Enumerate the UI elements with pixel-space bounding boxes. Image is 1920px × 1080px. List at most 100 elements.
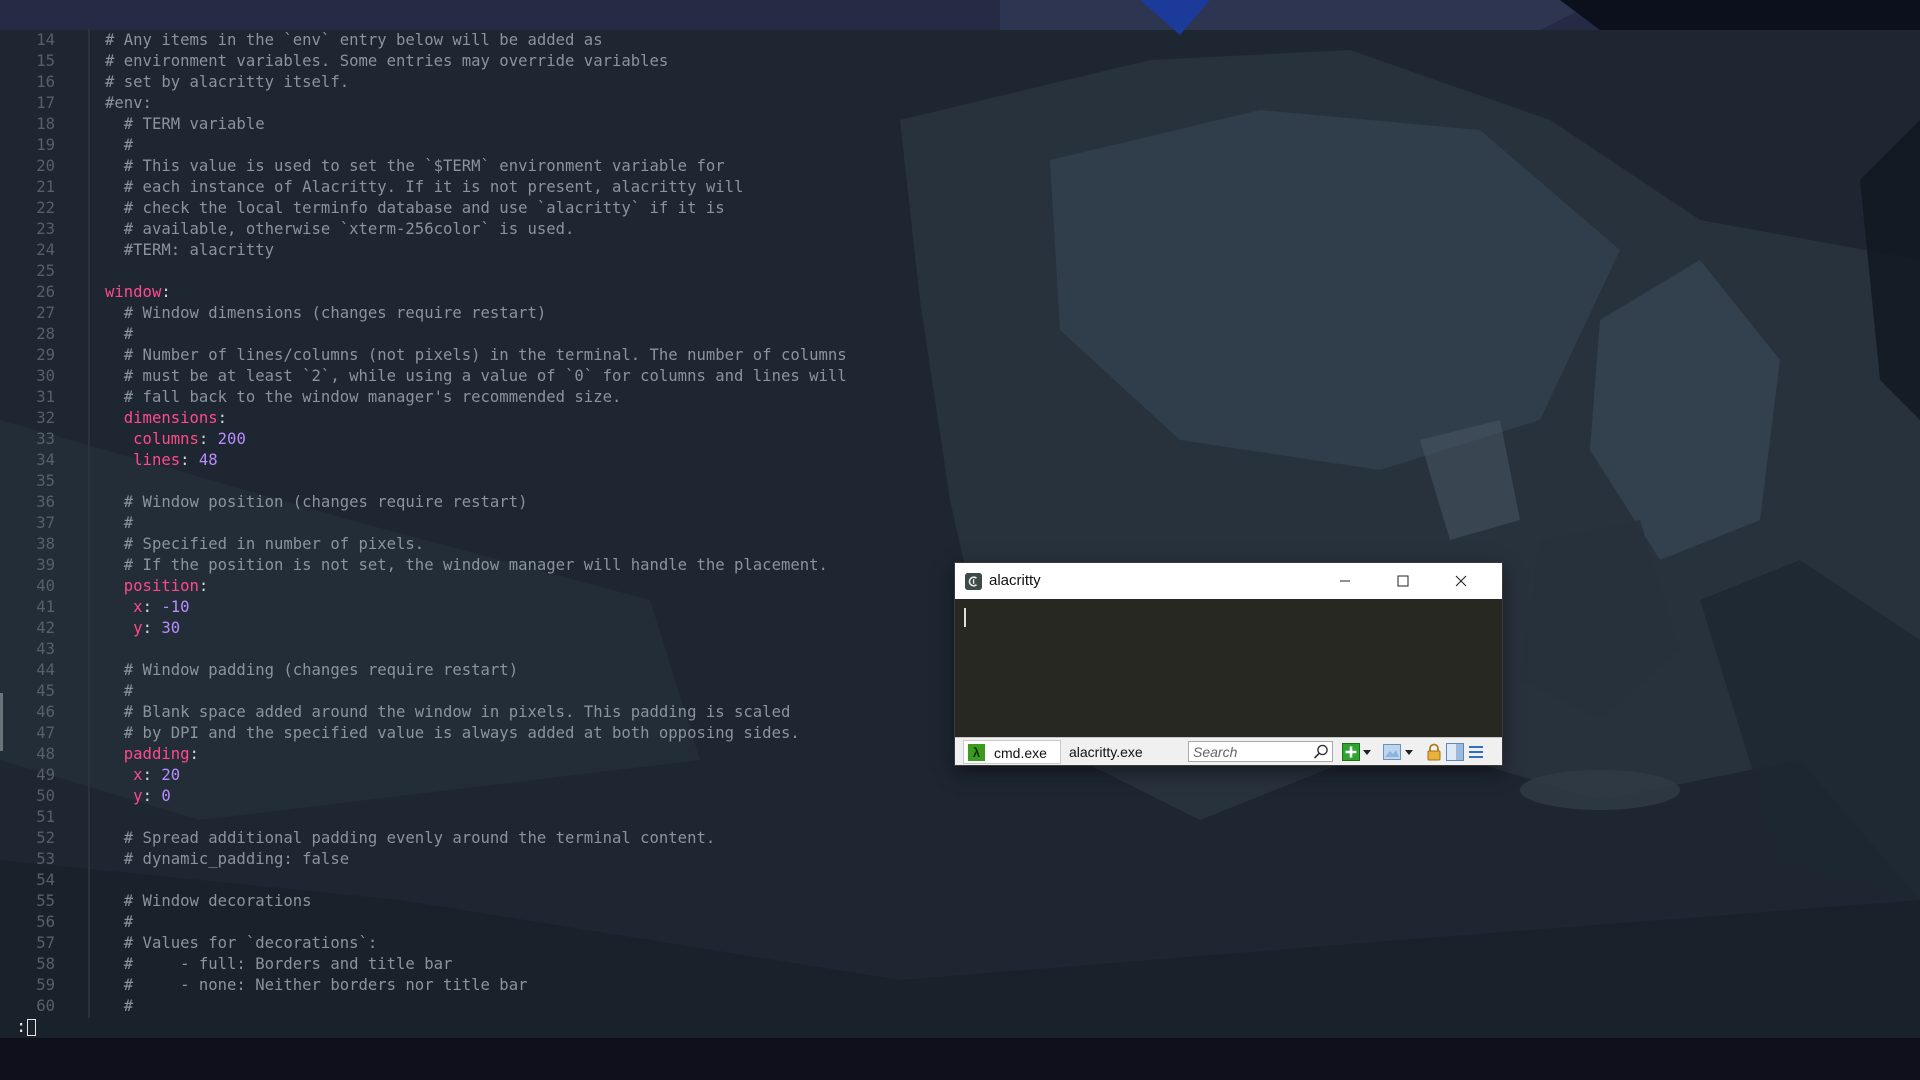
code-token-key: dimensions — [105, 409, 218, 427]
line-number: 59 — [36, 976, 55, 994]
code-token-key: y — [105, 619, 143, 637]
line-text: dimensions: — [105, 408, 227, 429]
taskbar-strip — [0, 1038, 1920, 1080]
line-text: x: -10 — [105, 597, 189, 618]
line-text: # — [105, 513, 133, 534]
code-token-num: 200 — [217, 430, 246, 448]
code-token-key: y — [105, 787, 143, 805]
line-text: y: 30 — [105, 618, 180, 639]
lock-icon[interactable] — [1425, 743, 1443, 761]
console-statusbar: λ cmd.exe alacritty.exe — [955, 737, 1502, 765]
line-number: 21 — [36, 178, 55, 196]
cmdline-text: : — [16, 1017, 27, 1037]
close-icon — [1455, 575, 1467, 587]
line-text: #env: — [105, 93, 152, 114]
code-token-comment: # fall back to the window manager's reco… — [105, 388, 622, 406]
line-number: 27 — [36, 304, 55, 322]
block-cursor — [27, 1018, 37, 1036]
code-token-comment: #env: — [105, 94, 152, 112]
line-number: 20 — [36, 157, 55, 175]
line-number: 48 — [36, 745, 55, 763]
search-box[interactable] — [1188, 741, 1333, 762]
line-number: 40 — [36, 577, 55, 595]
code-token-comment: # available, otherwise `xterm-256color` … — [105, 220, 575, 238]
line-number: 17 — [36, 94, 55, 112]
line-number: 54 — [36, 871, 55, 889]
menu-icon[interactable] — [1467, 743, 1485, 761]
line-text: # TERM variable — [105, 114, 265, 135]
line-number: 45 — [36, 682, 55, 700]
line-text: # by DPI and the specified value is alwa… — [105, 723, 800, 744]
code-token-comment: # — [105, 514, 134, 532]
line-text: # set by alacritty itself. — [105, 72, 349, 93]
line-text: # — [105, 324, 133, 345]
code-token-comment: # each instance of Alacritty. If it is n… — [105, 178, 744, 196]
line-text: position: — [105, 576, 209, 597]
code-token-comment: # dynamic_padding: false — [105, 850, 350, 868]
code-token-key: columns — [105, 430, 199, 448]
line-text: # — [105, 135, 133, 156]
code-token-comment: #TERM: alacritty — [105, 241, 274, 259]
line-number: 14 — [36, 31, 55, 49]
window-titlebar[interactable]: alacritty — [955, 563, 1502, 599]
line-text: # available, otherwise `xterm-256color` … — [105, 219, 575, 240]
search-input[interactable] — [1189, 742, 1311, 761]
dropdown-arrow-icon[interactable] — [1361, 743, 1373, 761]
line-text: # Window decorations — [105, 891, 312, 912]
code-token-num: 48 — [198, 451, 218, 469]
code-token-comment: # Blank space added around the window in… — [105, 703, 791, 721]
gutter-divider — [88, 28, 90, 1018]
dropdown-arrow-icon[interactable] — [1403, 743, 1415, 761]
terminal-area[interactable] — [955, 599, 1502, 737]
line-text: # This value is used to set the `$TERM` … — [105, 156, 725, 177]
minimize-button[interactable] — [1317, 563, 1373, 599]
code-token-num: 0 — [161, 787, 171, 805]
line-number: 30 — [36, 367, 55, 385]
search-icon[interactable] — [1312, 743, 1330, 761]
code-token-punct: : — [217, 409, 228, 427]
code-token-num: 30 — [161, 619, 181, 637]
code-token-comment: # Specified in number of pixels. — [105, 535, 425, 553]
close-button[interactable] — [1433, 563, 1489, 599]
new-console-icon[interactable] — [1342, 743, 1360, 761]
vim-editor[interactable]: 14 # Any items in the `env` entry below w… — [0, 0, 1920, 1038]
line-text: # must be at least `2`, while using a va… — [105, 366, 847, 387]
tab-cmd[interactable]: λ cmd.exe — [963, 740, 1061, 764]
line-text: columns: 200 — [105, 429, 246, 450]
code-token-punct: : — [189, 745, 199, 763]
code-token-comment: # set by alacritty itself. — [105, 73, 350, 91]
code-token-key: padding — [105, 745, 190, 763]
line-number: 57 — [36, 934, 55, 952]
line-number: 16 — [36, 73, 55, 91]
code-token-comment: # Values for `decorations`: — [105, 934, 378, 952]
split-view-icon[interactable] — [1446, 743, 1464, 761]
vim-command-line[interactable]: : — [16, 1015, 37, 1039]
line-text: # Specified in number of pixels. — [105, 534, 424, 555]
line-number: 15 — [36, 52, 55, 70]
code-token-comment: # Window dimensions (changes require res… — [105, 304, 547, 322]
code-token-comment: # This value is used to set the `$TERM` … — [105, 157, 725, 175]
line-number: 44 — [36, 661, 55, 679]
line-number: 25 — [36, 262, 55, 280]
line-text: # — [105, 996, 133, 1017]
line-text: # Window dimensions (changes require res… — [105, 303, 546, 324]
minimize-icon — [1340, 580, 1350, 582]
code-token-comment: # — [105, 682, 134, 700]
alacritty-window[interactable]: alacritty λ cmd.exe alacritty.exe — [955, 563, 1502, 765]
line-number: 35 — [36, 472, 55, 490]
line-number: 37 — [36, 514, 55, 532]
code-token-comment: # — [105, 136, 134, 154]
line-text: # Window padding (changes require restar… — [105, 660, 518, 681]
line-text: # - full: Borders and title bar — [105, 954, 453, 975]
line-text: # Spread additional padding evenly aroun… — [105, 828, 715, 849]
code-token-key: x — [105, 598, 143, 616]
line-text: # each instance of Alacritty. If it is n… — [105, 177, 744, 198]
line-text: # fall back to the window manager's reco… — [105, 387, 622, 408]
maximize-button[interactable] — [1375, 563, 1431, 599]
picture-icon[interactable] — [1383, 743, 1401, 761]
line-number: 33 — [36, 430, 55, 448]
line-text: # — [105, 681, 133, 702]
line-number: 41 — [36, 598, 55, 616]
code-token-punct: : — [142, 787, 162, 805]
tab-alacritty[interactable]: alacritty.exe — [1065, 740, 1159, 764]
